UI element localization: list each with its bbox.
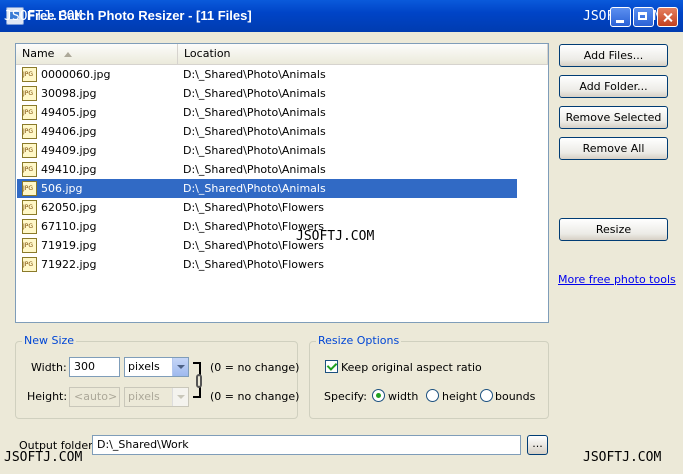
- file-name: 49406.jpg: [41, 125, 97, 138]
- file-list-header: Name Location: [16, 44, 548, 65]
- file-row[interactable]: 49410.jpg D:\_Shared\Photo\Animals: [17, 160, 517, 179]
- jpg-file-icon: [22, 200, 37, 215]
- file-location: D:\_Shared\Photo\Animals: [183, 87, 326, 100]
- close-button[interactable]: [657, 7, 678, 27]
- file-row[interactable]: 49409.jpg D:\_Shared\Photo\Animals: [17, 141, 517, 160]
- file-name: 67110.jpg: [41, 220, 97, 233]
- title-bar: Free Batch Photo Resizer - [11 Files] JS…: [0, 0, 683, 32]
- jpg-file-icon: [22, 219, 37, 234]
- radio-bounds-label[interactable]: bounds: [495, 390, 535, 403]
- width-label: Width:: [31, 361, 67, 374]
- column-header-name[interactable]: Name: [16, 44, 178, 64]
- resize-options-group: Resize Options: [309, 334, 549, 419]
- new-size-group: New Size: [15, 334, 298, 419]
- jpg-file-icon: [22, 124, 37, 139]
- file-row[interactable]: 71919.jpgD:\_Shared\Photo\Flowers: [17, 236, 517, 255]
- file-location: D:\_Shared\Photo\Animals: [183, 106, 326, 119]
- file-name: 30098.jpg: [41, 87, 97, 100]
- column-header-location[interactable]: Location: [178, 44, 548, 64]
- remove-selected-button[interactable]: Remove Selected: [559, 106, 668, 129]
- file-location: D:\_Shared\Photo\Animals: [183, 125, 326, 138]
- new-size-title: New Size: [22, 334, 77, 347]
- jpg-file-icon: [22, 162, 37, 177]
- radio-bounds[interactable]: [480, 389, 493, 402]
- jpg-file-icon: [22, 257, 37, 272]
- jpg-file-icon: [22, 238, 37, 253]
- file-name: 71922.jpg: [41, 258, 97, 271]
- jpg-file-icon: [22, 143, 37, 158]
- file-list[interactable]: Name Location 0000060.jpg D:\_Shared\Phot…: [15, 43, 549, 323]
- file-row[interactable]: 49405.jpg D:\_Shared\Photo\Animals: [17, 103, 517, 122]
- file-row[interactable]: 71922.jpg D:\_Shared\Photo\Flowers: [17, 255, 517, 274]
- width-hint: (0 = no change): [210, 361, 300, 374]
- specify-label: Specify:: [324, 390, 367, 403]
- width-unit-value: pixels: [128, 360, 160, 373]
- file-location: D:\_Shared\Photo\Animals: [183, 182, 326, 195]
- add-folder-button[interactable]: Add Folder...: [559, 75, 668, 98]
- height-unit-value: pixels: [128, 390, 160, 403]
- radio-width[interactable]: [372, 389, 385, 402]
- file-name: 62050.jpg: [41, 201, 97, 214]
- keep-aspect-label[interactable]: Keep original aspect ratio: [341, 361, 482, 374]
- resize-options-title: Resize Options: [316, 334, 402, 347]
- file-location: D:\_Shared\Photo\Animals: [183, 144, 326, 157]
- file-location: D:\_Shared\Photo\Flowers: [183, 201, 325, 214]
- sort-ascending-icon: [64, 51, 73, 57]
- file-location: D:\_Shared\Photo\Animals: [183, 163, 326, 176]
- watermark: JSOFTJ.COM: [4, 9, 83, 24]
- chevron-down-icon[interactable]: [172, 388, 188, 406]
- height-unit-select[interactable]: pixels: [124, 387, 189, 407]
- radio-height[interactable]: [426, 389, 439, 402]
- height-label: Height:: [27, 390, 68, 403]
- resize-button[interactable]: Resize: [559, 218, 668, 241]
- file-location: D:\_Shared\Photo\Animals: [183, 68, 326, 81]
- file-name: 506.jpg: [41, 182, 83, 195]
- file-name: 0000060.jpg: [41, 68, 111, 81]
- keep-aspect-checkbox[interactable]: [325, 360, 338, 373]
- file-name: 49410.jpg: [41, 163, 97, 176]
- jpg-file-icon: [22, 105, 37, 120]
- file-row[interactable]: 62050.jpg D:\_Shared\Photo\Flowers: [17, 198, 517, 217]
- more-photo-tools-link[interactable]: More free photo tools: [558, 273, 676, 286]
- add-files-button[interactable]: Add Files...: [559, 44, 668, 67]
- file-name: 49409.jpg: [41, 144, 97, 157]
- remove-all-button[interactable]: Remove All: [559, 137, 668, 160]
- file-row[interactable]: 506.jpg D:\_Shared\Photo\Animals: [17, 179, 517, 198]
- chain-link-icon[interactable]: [196, 374, 202, 388]
- height-hint: (0 = no change): [210, 390, 300, 403]
- file-name: 49405.jpg: [41, 106, 97, 119]
- minimize-button[interactable]: [610, 7, 631, 27]
- file-row[interactable]: 67110.jpgD:\_Shared\Photo\Flowers: [17, 217, 517, 236]
- file-row[interactable]: 30098.jpg D:\_Shared\Photo\Animals: [17, 84, 517, 103]
- radio-height-label[interactable]: height: [442, 390, 477, 403]
- file-row[interactable]: 49406.jpg D:\_Shared\Photo\Animals: [17, 122, 517, 141]
- column-name-label: Name: [22, 47, 55, 60]
- jpg-file-icon: [22, 67, 37, 82]
- browse-button[interactable]: ...: [527, 435, 548, 455]
- chevron-down-icon[interactable]: [172, 358, 188, 376]
- watermark: JSOFTJ.COM: [4, 450, 83, 465]
- file-name: 71919.jpg: [41, 239, 97, 252]
- jpg-file-icon: [22, 86, 37, 101]
- column-location-label: Location: [184, 47, 231, 60]
- width-input[interactable]: 300: [69, 357, 120, 377]
- jpg-file-icon: [22, 181, 37, 196]
- height-input[interactable]: <auto>: [69, 387, 120, 407]
- maximize-button[interactable]: [633, 7, 654, 27]
- watermark: JSOFTJ.COM: [583, 450, 662, 465]
- radio-width-label[interactable]: width: [388, 390, 418, 403]
- width-unit-select[interactable]: pixels: [124, 357, 189, 377]
- watermark: JSOFTJ.COM: [296, 229, 375, 244]
- file-location: D:\_Shared\Photo\Flowers: [183, 258, 325, 271]
- output-folder-input[interactable]: D:\_Shared\Work: [92, 435, 521, 455]
- file-row[interactable]: 0000060.jpg D:\_Shared\Photo\Animals: [17, 65, 517, 84]
